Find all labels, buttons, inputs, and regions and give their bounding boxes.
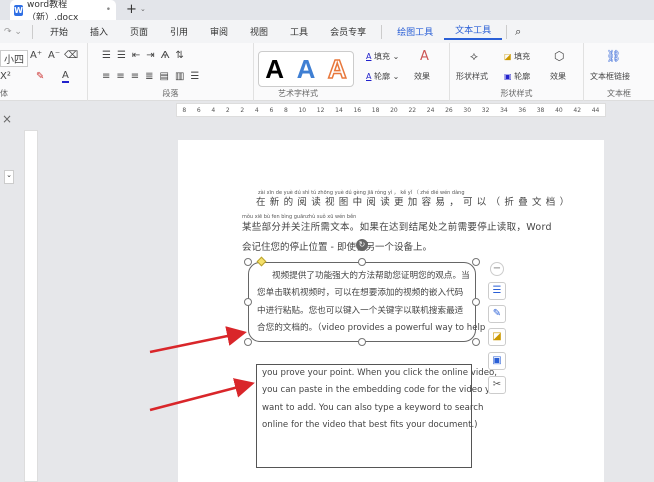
red-arrow	[149, 326, 247, 354]
annotation-arrows	[149, 326, 255, 412]
red-arrow	[149, 378, 255, 412]
